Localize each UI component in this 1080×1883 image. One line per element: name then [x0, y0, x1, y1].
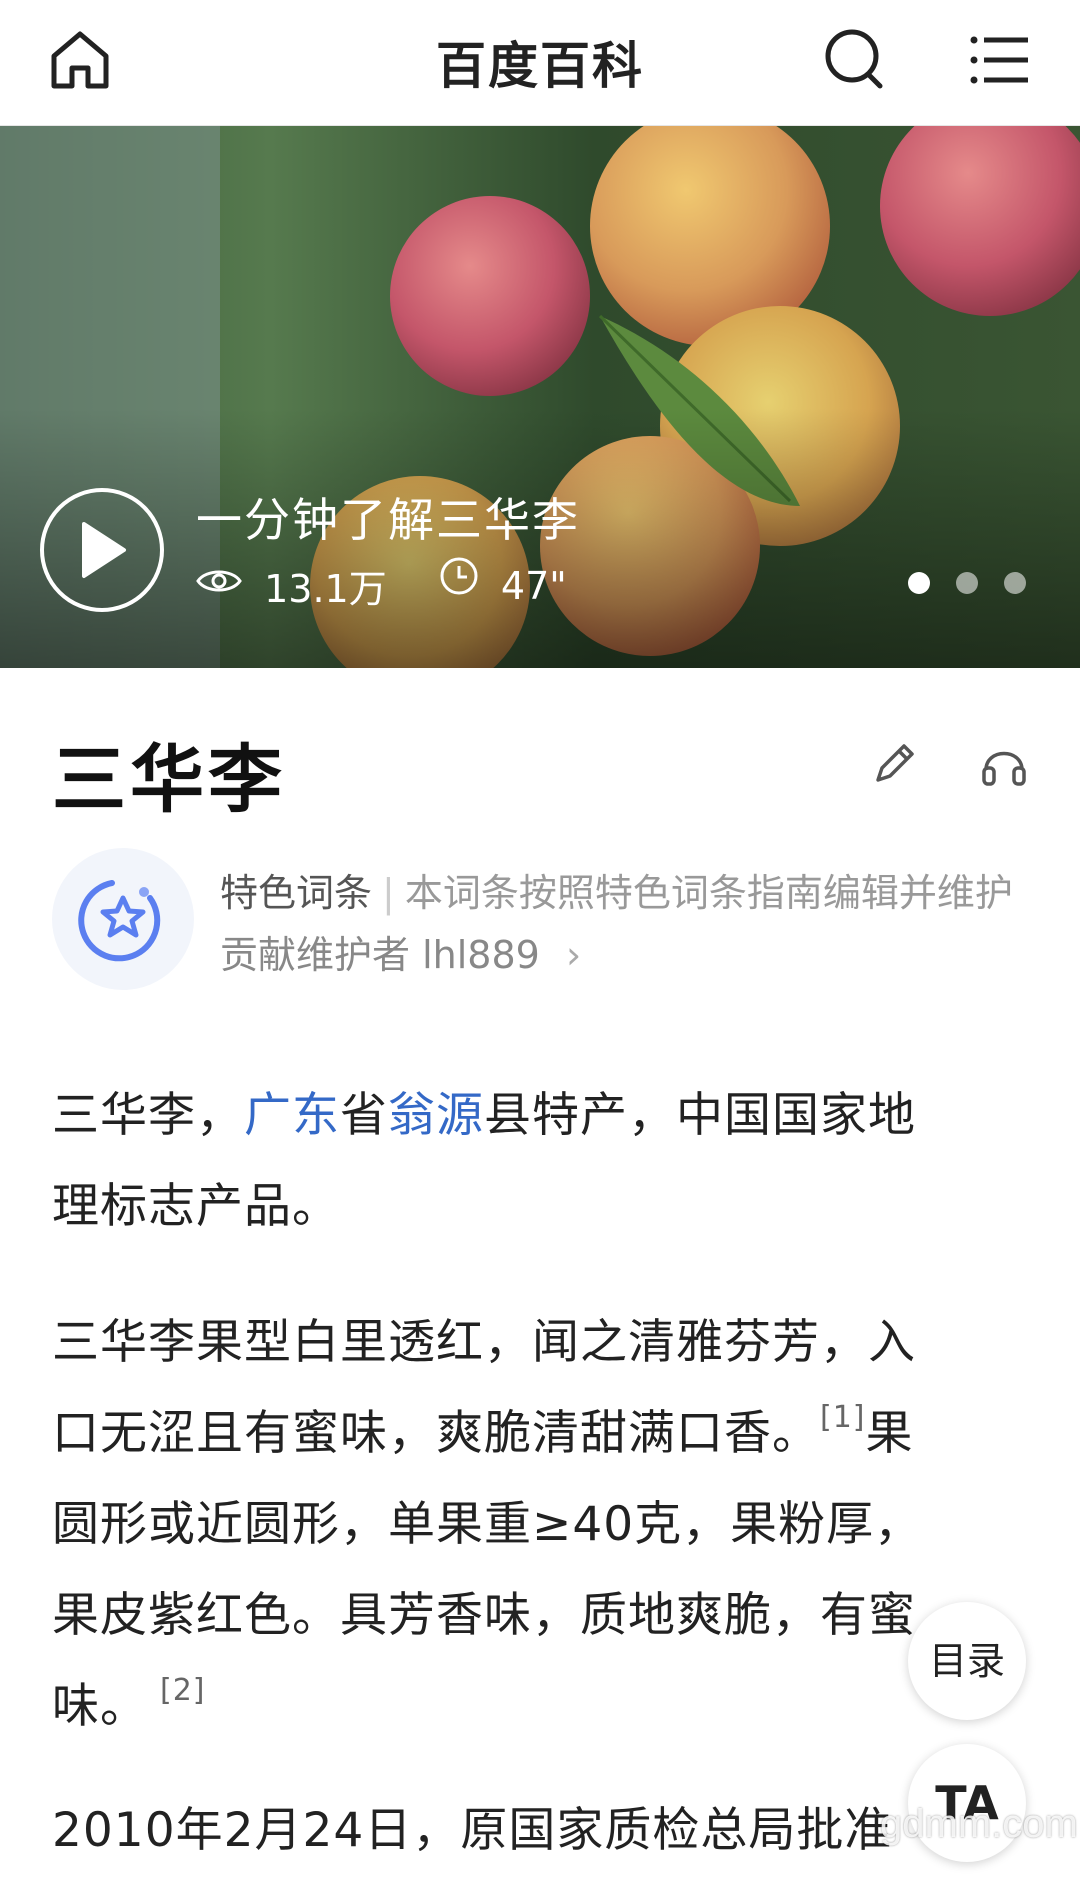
featured-description: 本词条按照特色词条指南编辑并维护 [404, 871, 1013, 915]
featured-label: 特色词条 [220, 871, 373, 915]
contributor-link[interactable]: 贡献维护者 lhl889 › [220, 924, 581, 979]
link-guangdong[interactable]: 广东 [244, 1088, 340, 1143]
headphones-icon[interactable] [978, 738, 1030, 790]
view-count: 13.1万 [264, 567, 387, 611]
link-wengyuan[interactable]: 翁源 [388, 1088, 484, 1143]
entry-title: 三华李 [52, 737, 286, 823]
watermark: gdmm.com [880, 1802, 1078, 1846]
video-title: 一分钟了解三华李 [196, 493, 580, 547]
text-span: 三华李， [52, 1088, 244, 1143]
chevron-right-icon: › [565, 933, 582, 977]
text-line: 圆形或近圆形，单果重≥40克，果粉厚， [52, 1497, 923, 1552]
text-span: 口无涩且有蜜味，爽脆清甜满口香。 [52, 1406, 820, 1461]
featured-badge [52, 848, 194, 990]
edit-icon[interactable] [868, 738, 920, 790]
page-title: 百度百科 [436, 37, 644, 95]
divider: | [382, 871, 395, 915]
table-of-contents-button[interactable]: 目录 [908, 1602, 1026, 1720]
play-icon [82, 522, 126, 578]
hero-video-banner[interactable]: 一分钟了解三华李 13.1万 47" [0, 126, 1080, 668]
text-span: 果 [865, 1406, 914, 1461]
star-badge-icon [78, 880, 161, 962]
carousel-dots [908, 572, 1052, 598]
carousel-dot[interactable] [956, 572, 978, 594]
description-paragraph: 三华李果型白里透红，闻之清雅芬芳，入 口无涩且有蜜味，爽脆清甜满口香。[1]果 … [52, 1297, 1028, 1752]
text-line: 三华李果型白里透红，闻之清雅芬芳，入 [52, 1315, 916, 1370]
video-stats: 13.1万 47" [196, 556, 567, 611]
contributor-name: lhl889 [422, 933, 540, 977]
video-duration: 47" [500, 563, 567, 608]
carousel-dot[interactable] [908, 572, 930, 594]
top-bar: 百度百科 [0, 0, 1080, 126]
featured-info: 特色词条 | 本词条按照特色词条指南编辑并维护 [220, 862, 1013, 917]
text-line: 理标志产品。 [52, 1179, 340, 1234]
reference-2[interactable]: [2] [160, 1673, 206, 1708]
summary-paragraph: 三华李，广东省翁源县特产，中国国家地 理标志产品。 [52, 1070, 1028, 1252]
text-span: 味。 [52, 1679, 148, 1734]
search-icon[interactable] [820, 24, 892, 96]
text-line: 果皮紫红色。具芳香味，质地爽脆，有蜜 [52, 1588, 916, 1643]
contributor-prefix: 贡献维护者 [220, 933, 411, 977]
menu-icon[interactable] [964, 24, 1036, 96]
reference-1[interactable]: [1] [820, 1400, 866, 1435]
text-span: 县特产，中国国家地 [484, 1088, 916, 1143]
eye-icon [196, 570, 242, 592]
carousel-dot[interactable] [1004, 572, 1026, 594]
text-span: 省 [340, 1088, 388, 1143]
clock-icon [440, 557, 478, 595]
play-button[interactable] [40, 488, 164, 612]
